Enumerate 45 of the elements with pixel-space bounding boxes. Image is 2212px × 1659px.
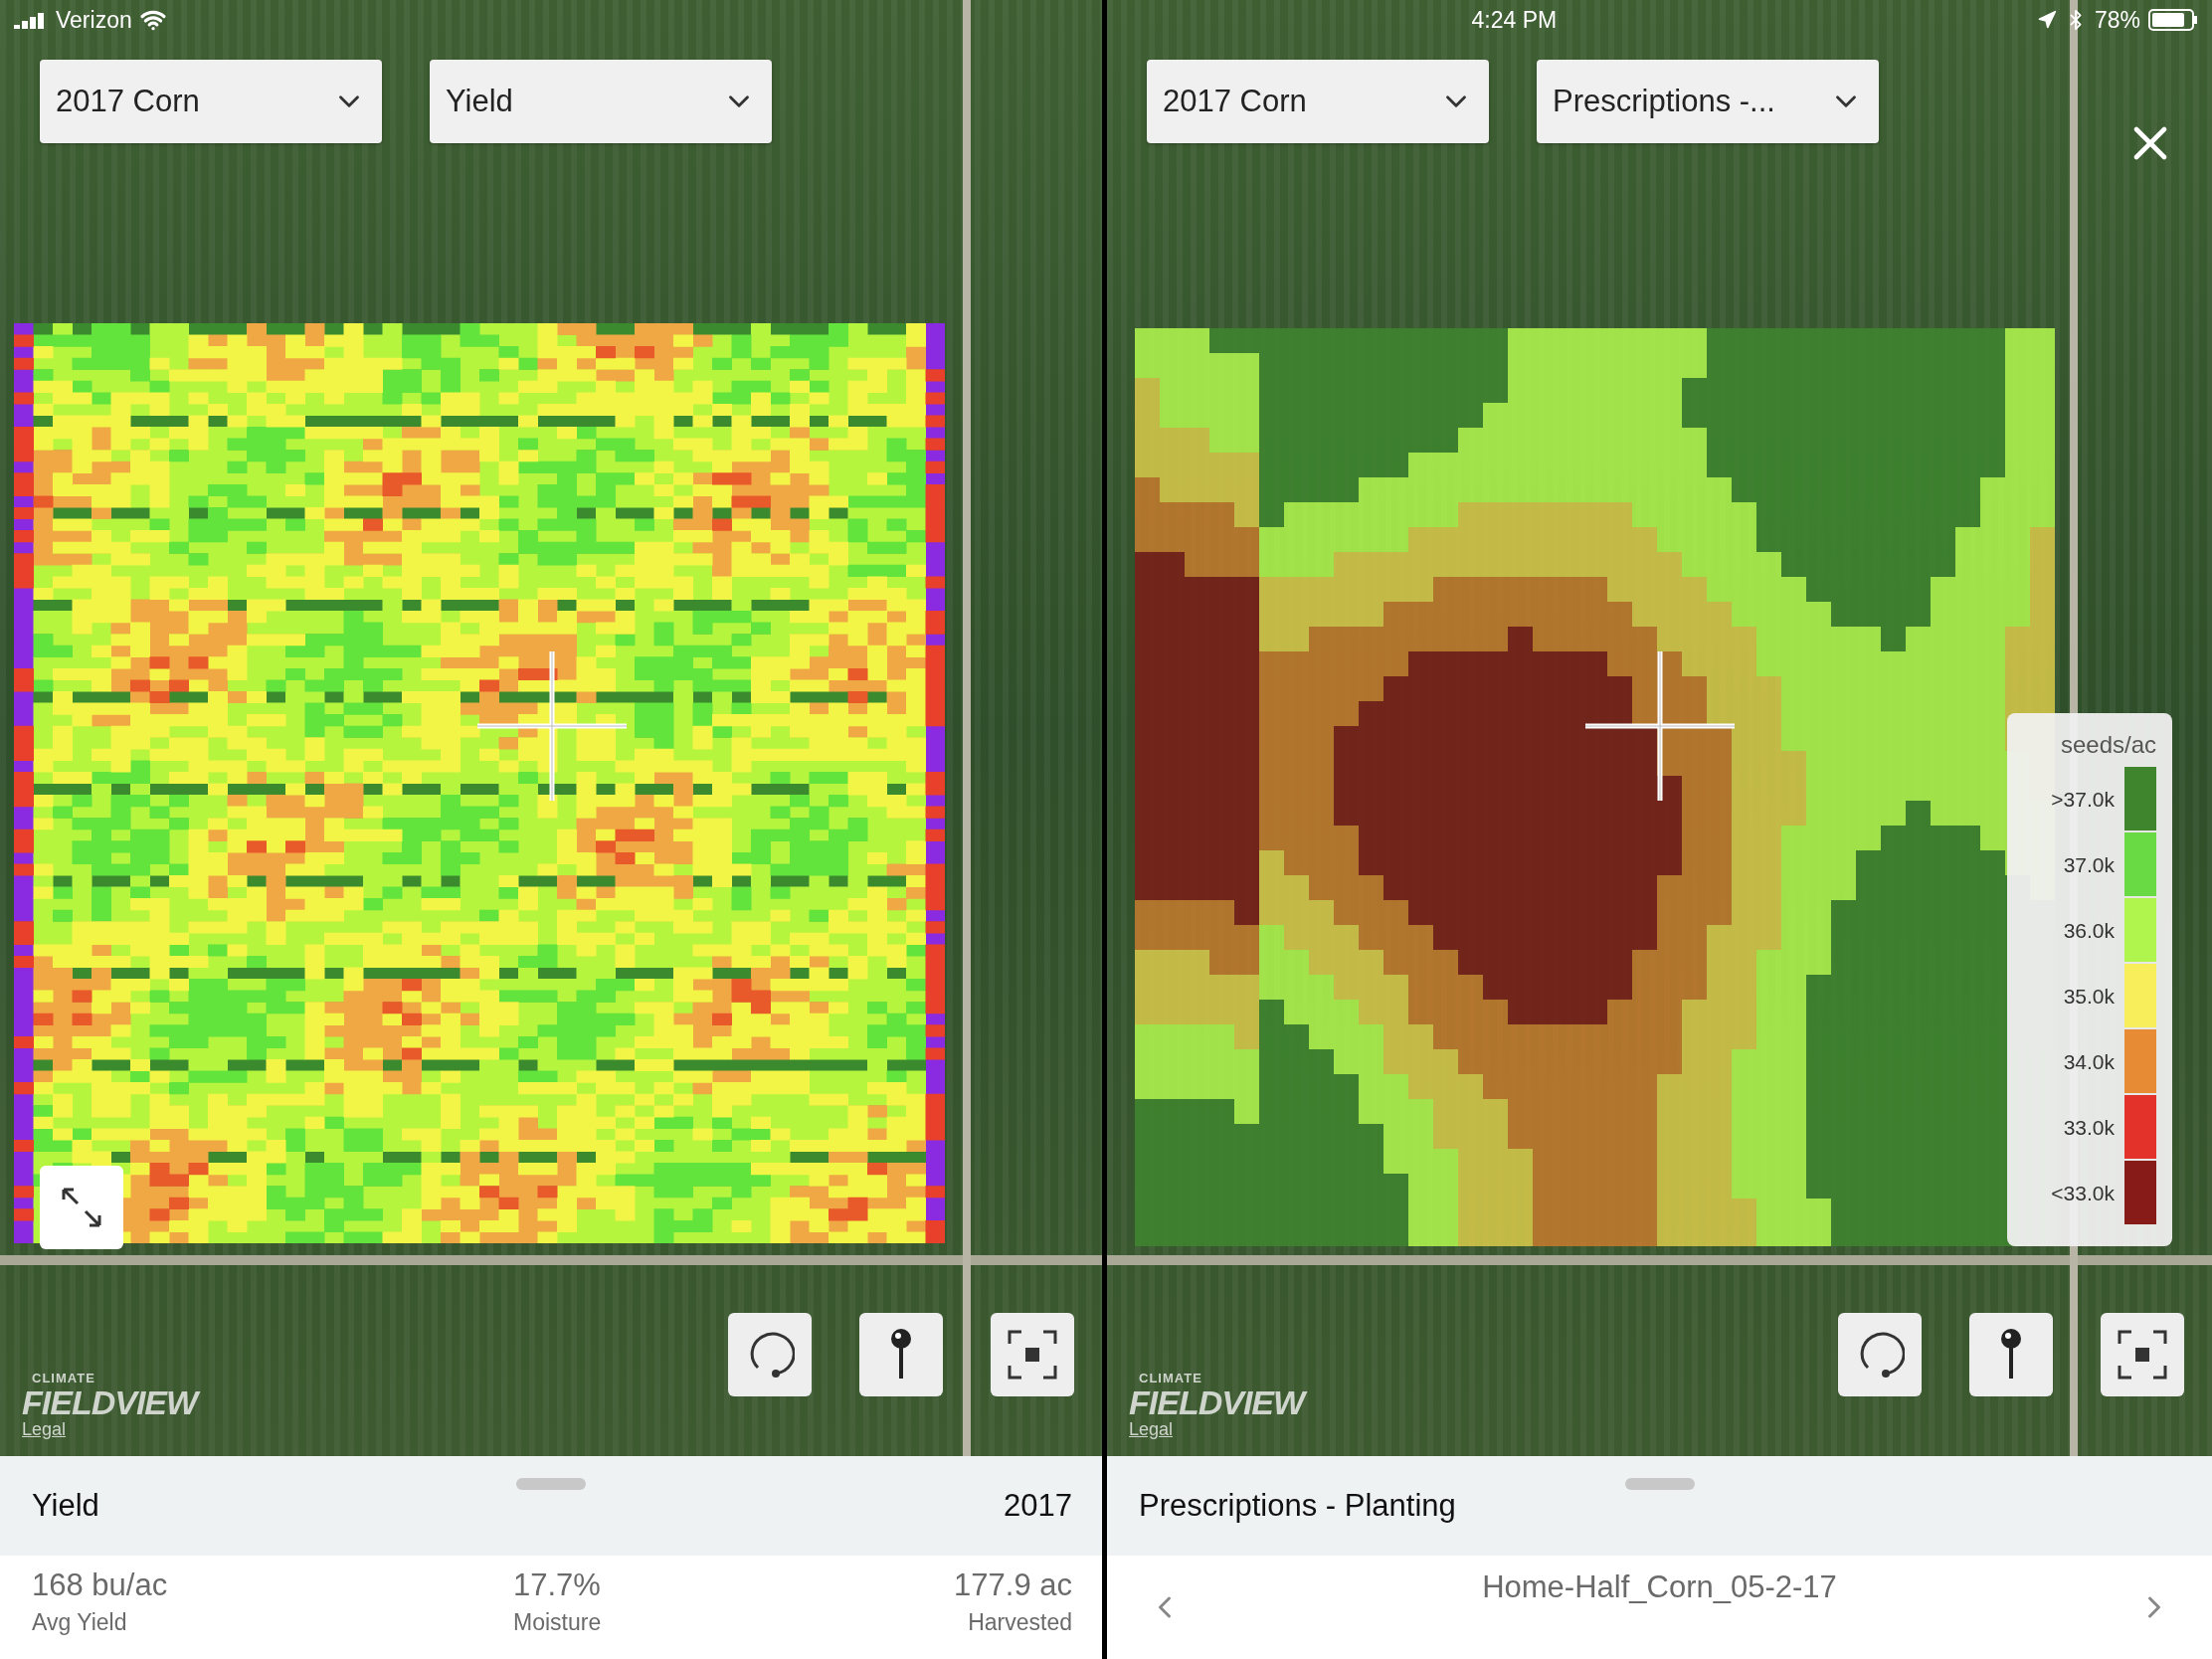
legend-label: 37.0k xyxy=(2063,853,2115,877)
expand-button[interactable] xyxy=(40,1166,123,1249)
legend-label: 33.0k xyxy=(2063,1116,2115,1140)
battery-percent-text: 78% xyxy=(2094,6,2140,34)
season-year: 2017 xyxy=(1004,1488,1072,1524)
focus-icon xyxy=(1008,1330,1057,1380)
focus-button[interactable] xyxy=(991,1313,1074,1396)
drag-handle[interactable] xyxy=(516,1478,586,1490)
dropdown[interactable]: Yield xyxy=(430,60,772,143)
pin-button[interactable] xyxy=(1969,1313,2053,1396)
carrier-text: Verizon xyxy=(56,6,132,34)
stat-label: Harvested xyxy=(968,1609,1072,1636)
legend-label: <33.0k xyxy=(2051,1182,2115,1205)
dropdown[interactable]: Prescriptions -... xyxy=(1537,60,1879,143)
lasso-button[interactable] xyxy=(1838,1313,1922,1396)
legend-title: seeds/ac xyxy=(2060,731,2156,759)
expand-arrows-icon xyxy=(60,1186,103,1229)
legend-label: >37.0k xyxy=(2051,788,2115,812)
lasso-button[interactable] xyxy=(728,1313,812,1396)
logo-small-text: CLIMATE xyxy=(32,1371,95,1385)
file-name: Home-Half_Corn_05-2-17 xyxy=(1482,1569,1837,1605)
location-icon xyxy=(2036,10,2057,30)
focus-icon xyxy=(2118,1330,2167,1380)
crosshair-icon xyxy=(477,651,627,801)
drag-handle[interactable] xyxy=(1624,1478,1695,1490)
stat-label: Moisture xyxy=(513,1609,602,1636)
panel-title: Yield xyxy=(32,1488,99,1524)
legend-label: 34.0k xyxy=(2063,1050,2115,1074)
battery-icon xyxy=(2148,9,2198,31)
legal-link[interactable]: Legal xyxy=(1129,1419,1174,1440)
legend-label: 35.0k xyxy=(2063,985,2115,1009)
legend-label: 36.0k xyxy=(2063,919,2115,943)
focus-button[interactable] xyxy=(2101,1313,2184,1396)
pin-button[interactable] xyxy=(859,1313,943,1396)
stat-value: 168 bu/ac xyxy=(32,1567,168,1603)
dropdown[interactable]: 2017 Corn xyxy=(40,60,382,143)
stat-value: 17.7% xyxy=(513,1567,601,1603)
crosshair-icon xyxy=(1585,651,1735,801)
stat-label: Avg Yield xyxy=(32,1609,127,1636)
stat-value: 177.9 ac xyxy=(954,1567,1072,1603)
logo-small-text: CLIMATE xyxy=(1139,1371,1202,1385)
dropdown[interactable]: 2017 Corn xyxy=(1147,60,1489,143)
legal-link[interactable]: Legal xyxy=(22,1419,67,1440)
clock-text: 4:24 PM xyxy=(1471,6,1558,34)
panel-title: Prescriptions - Planting xyxy=(1139,1488,1456,1524)
